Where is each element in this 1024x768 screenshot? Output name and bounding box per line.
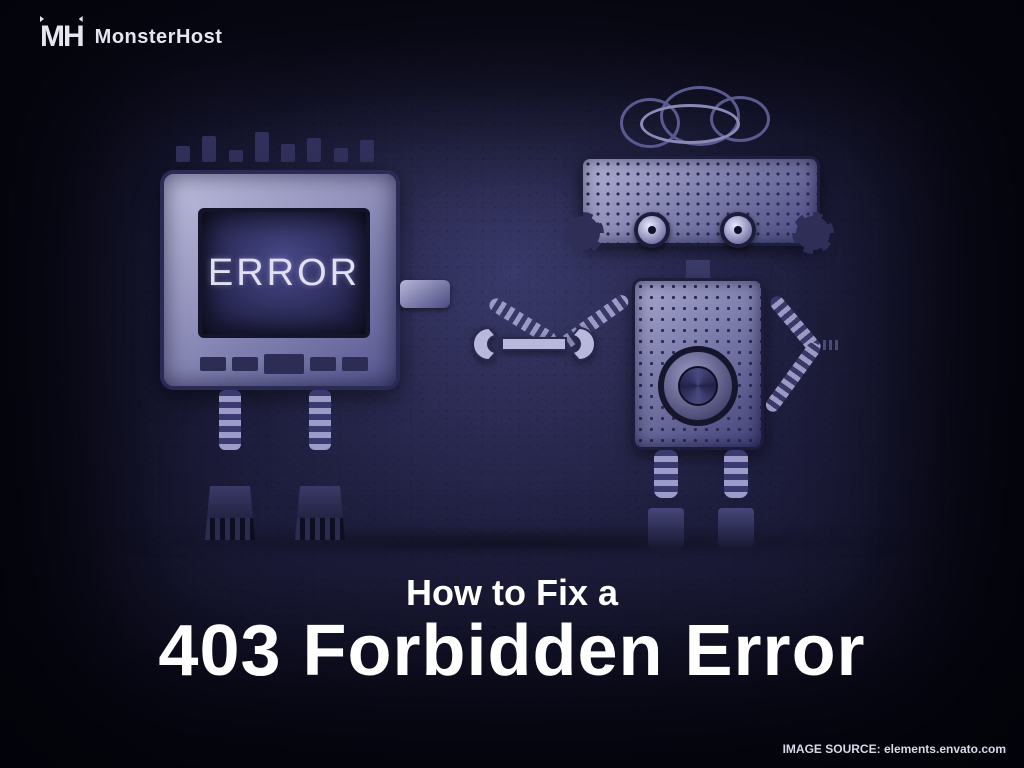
mechanic-robot-leg-left	[648, 450, 684, 550]
robot-eye-left-icon	[634, 212, 670, 248]
mechanic-robot-leg-right	[718, 450, 754, 550]
error-robot-screen: ERROR	[198, 208, 370, 338]
error-robot: ERROR	[150, 160, 410, 540]
robot-arm-right-lower	[763, 340, 823, 415]
gear-ear-right-icon	[796, 216, 830, 250]
headline-line1: How to Fix a	[0, 572, 1024, 614]
mechanic-robot-neck	[686, 260, 710, 280]
robot-wires-icon	[610, 90, 790, 160]
brand-name: MonsterHost	[95, 26, 223, 49]
credit-value: elements.envato.com	[884, 742, 1006, 756]
error-robot-hand-icon	[400, 280, 450, 308]
error-robot-head: ERROR	[160, 170, 400, 390]
mechanic-robot	[560, 110, 860, 550]
error-robot-leg-right	[295, 390, 345, 540]
error-screen-text: ERROR	[208, 252, 360, 295]
error-robot-components-icon	[170, 128, 380, 162]
wrench-icon	[474, 324, 594, 364]
image-credit: IMAGE SOURCE: elements.envato.com	[783, 742, 1006, 756]
transistor-icon	[820, 310, 844, 340]
brand-logo: MH MonsterHost	[36, 20, 222, 54]
mechanic-robot-head	[580, 156, 820, 246]
error-robot-chips-icon	[182, 342, 386, 386]
credit-label: IMAGE SOURCE:	[783, 742, 881, 756]
robots-scene: ERROR	[0, 60, 1024, 580]
robot-dial-icon	[658, 346, 738, 426]
headline: How to Fix a 403 Forbidden Error	[0, 572, 1024, 690]
robot-eye-right-icon	[720, 212, 756, 248]
gear-ear-left-icon	[566, 216, 600, 250]
brand-mark: MH	[36, 20, 87, 54]
headline-line2: 403 Forbidden Error	[0, 614, 1024, 690]
error-robot-leg-left	[205, 390, 255, 540]
